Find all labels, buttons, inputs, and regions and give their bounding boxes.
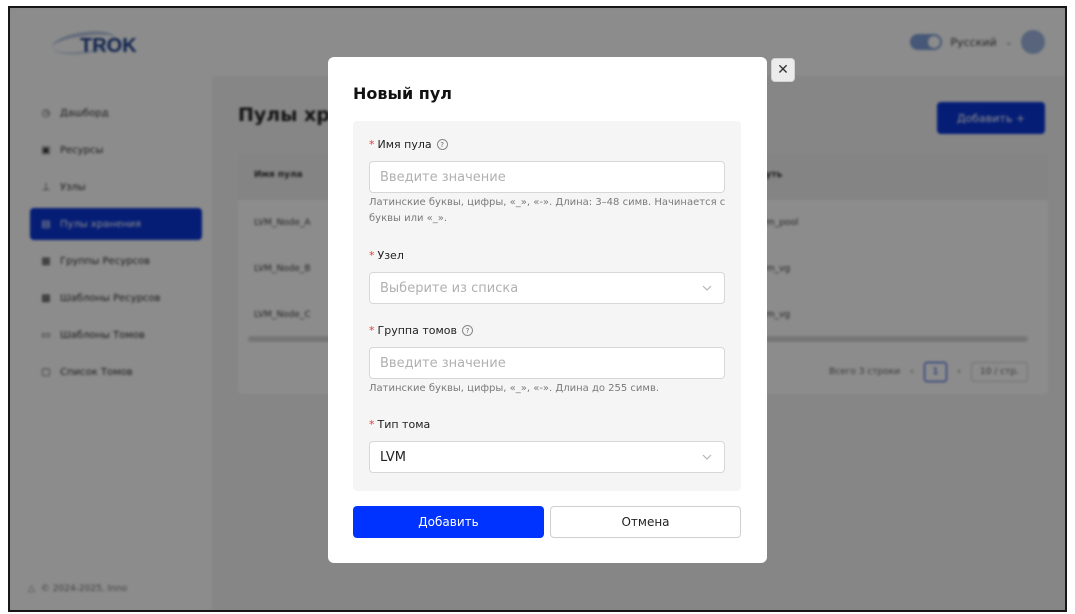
pool-name-help: Латинские буквы, цифры, «_», «-». Длина:… [369, 197, 726, 224]
chevron-down-icon [702, 285, 712, 291]
node-select[interactable]: Выберите из списка [369, 272, 725, 304]
question-circle-icon[interactable]: ? [461, 325, 473, 336]
node-label: * Узел [369, 249, 404, 262]
volume-type-select[interactable]: LVM [369, 441, 725, 473]
required-marker: * [369, 324, 375, 337]
volume-type-value: LVM [380, 449, 406, 465]
close-icon: ✕ [777, 62, 789, 78]
form-panel: * Имя пула ? Латинские буквы, цифры, «_»… [353, 121, 741, 491]
volume-group-help: Латинские буквы, цифры, «_», «-». Длина … [369, 383, 660, 394]
volume-group-input[interactable] [369, 347, 725, 379]
dialog-title: Новый пул [353, 84, 452, 103]
volume-group-label-text: Группа томов [377, 324, 457, 337]
pool-name-input[interactable] [369, 161, 725, 193]
pool-name-label-text: Имя пула [377, 138, 432, 151]
required-marker: * [369, 249, 375, 262]
cancel-button[interactable]: Отмена [550, 506, 741, 538]
volume-type-label-text: Тип тома [377, 418, 431, 431]
pool-name-label: * Имя пула ? [369, 138, 448, 151]
volume-group-label: * Группа томов ? [369, 324, 473, 337]
chevron-down-icon [702, 454, 712, 460]
node-label-text: Узел [377, 249, 404, 262]
close-modal-button[interactable]: ✕ [771, 58, 795, 82]
required-marker: * [369, 138, 375, 151]
volume-type-label: * Тип тома [369, 418, 430, 431]
node-select-placeholder: Выберите из списка [380, 280, 519, 296]
question-circle-icon[interactable]: ? [436, 139, 448, 150]
required-marker: * [369, 418, 375, 431]
submit-button[interactable]: Добавить [353, 506, 544, 538]
new-pool-dialog: Новый пул * Имя пула ? Латинские буквы, … [328, 57, 767, 563]
